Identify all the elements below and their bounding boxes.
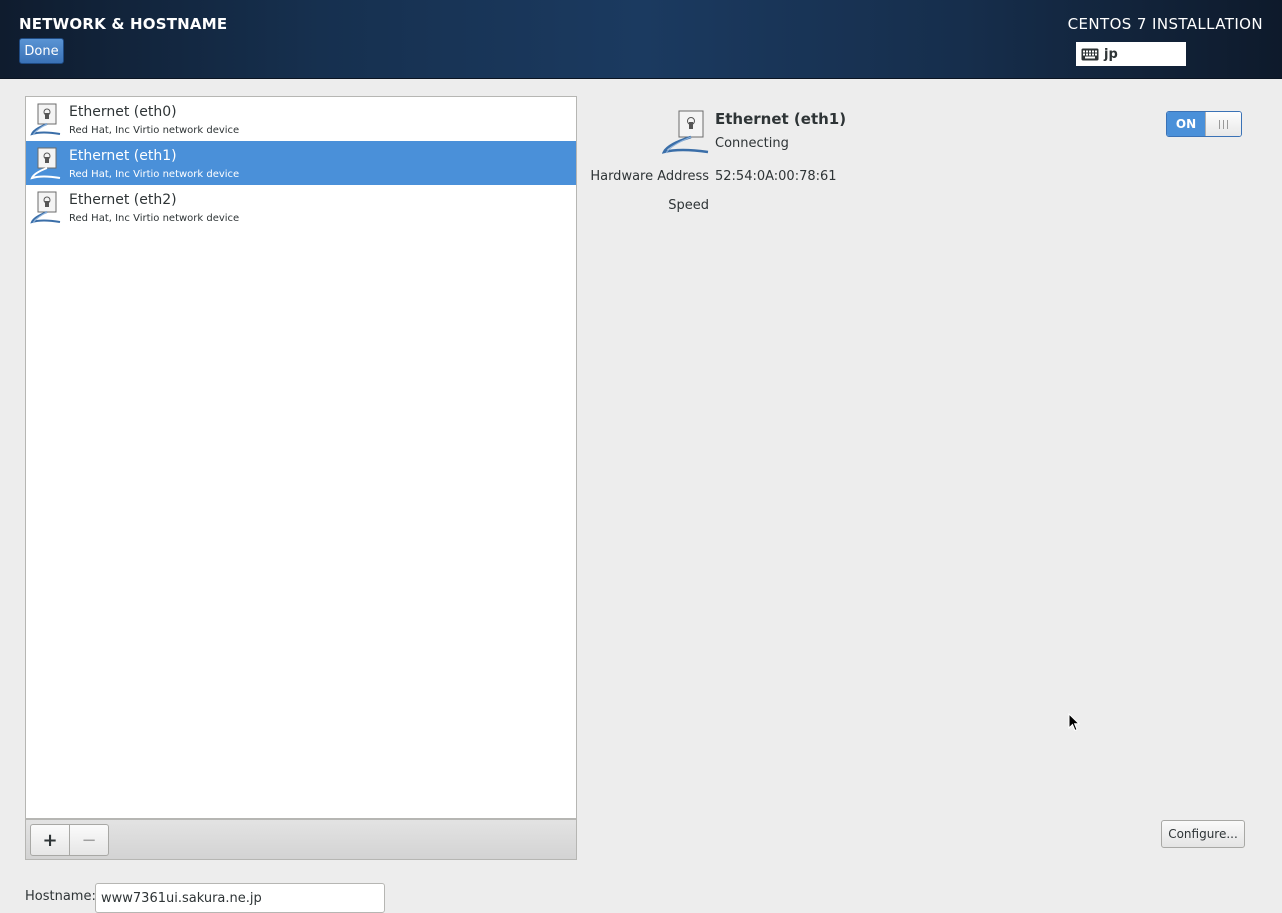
device-row-eth1[interactable]: Ethernet (eth1) Red Hat, Inc Virtio netw… [26,141,576,185]
device-row-eth0[interactable]: Ethernet (eth0) Red Hat, Inc Virtio netw… [26,97,576,141]
connection-status: Connecting [715,136,789,151]
device-on-off-switch[interactable]: ON [1166,111,1242,137]
device-description: Red Hat, Inc Virtio network device [69,169,240,180]
header-bar: NETWORK & HOSTNAME Done CENTOS 7 INSTALL… [0,0,1282,79]
remove-device-button[interactable]: − [69,824,109,856]
mouse-cursor-icon [1068,713,1080,732]
keyboard-icon [1081,48,1099,60]
keyboard-layout-label: jp [1104,46,1118,62]
ethernet-icon [662,110,709,154]
page-title: NETWORK & HOSTNAME [19,15,228,33]
hardware-address-label: Hardware Address [590,169,709,184]
ethernet-icon [30,147,61,180]
device-list-toolbar: + − [25,819,577,860]
done-button[interactable]: Done [19,38,64,64]
speed-label: Speed [668,198,709,213]
switch-knob [1205,112,1241,136]
device-name: Ethernet (eth2) [69,192,177,208]
device-row-eth2[interactable]: Ethernet (eth2) Red Hat, Inc Virtio netw… [26,185,576,229]
device-name: Ethernet (eth0) [69,104,177,120]
ethernet-icon [30,191,61,224]
hostname-input[interactable] [95,883,385,913]
ethernet-icon [30,103,61,136]
device-name: Ethernet (eth1) [69,148,177,164]
device-description: Red Hat, Inc Virtio network device [69,213,240,224]
hardware-address-value: 52:54:0A:00:78:61 [715,169,837,184]
keyboard-layout-indicator[interactable]: jp [1076,42,1186,66]
add-device-button[interactable]: + [30,824,70,856]
configure-button[interactable]: Configure... [1161,820,1245,848]
switch-on-label: ON [1167,112,1205,136]
device-list: Ethernet (eth0) Red Hat, Inc Virtio netw… [25,96,577,819]
product-title: CENTOS 7 INSTALLATION [1067,15,1263,33]
hostname-label: Hostname: [25,889,96,904]
device-detail-name: Ethernet (eth1) [715,110,847,128]
device-description: Red Hat, Inc Virtio network device [69,125,240,136]
